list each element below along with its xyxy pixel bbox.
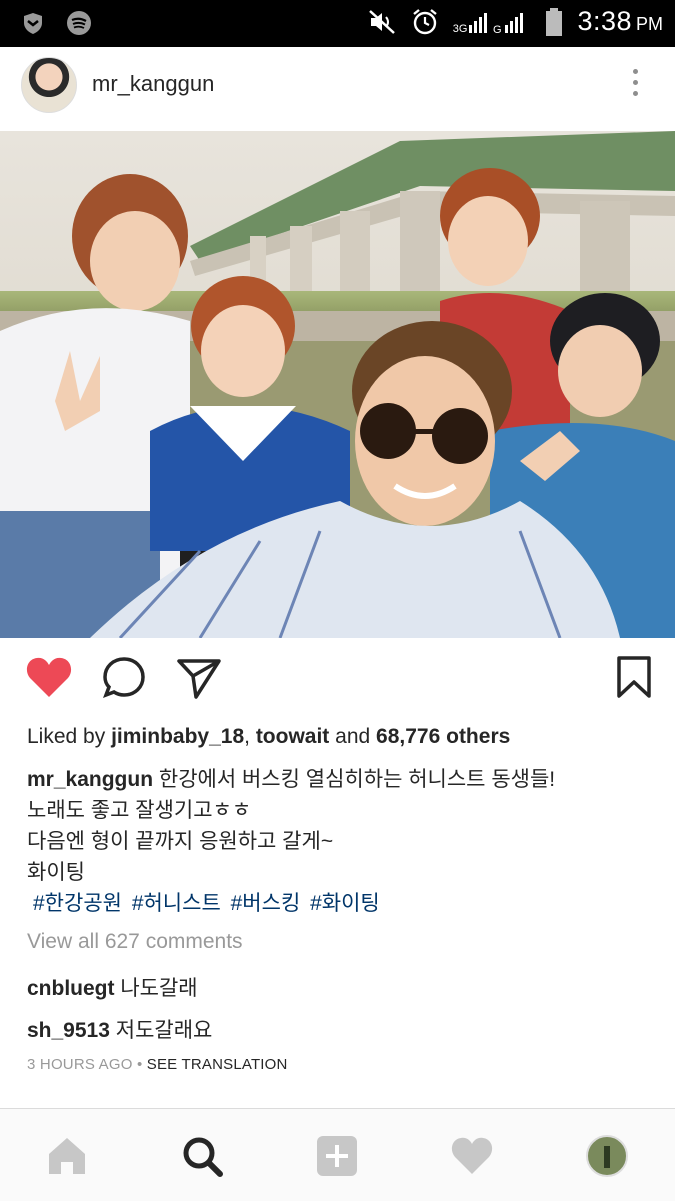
home-icon[interactable]	[45, 1134, 89, 1178]
signal-icon: G	[469, 12, 524, 35]
caption-username[interactable]: mr_kanggun	[27, 768, 153, 791]
post-timestamp: 3 HOURS AGO	[27, 1056, 133, 1073]
profile-avatar[interactable]	[585, 1134, 629, 1178]
comment-row: cnbluegt 나도갈래	[27, 972, 198, 1002]
svg-text:G: G	[493, 24, 502, 35]
caption-line-1: 한강에서 버스킹 열심히하는 허니스트 동생들!	[158, 768, 556, 791]
meta-dot: •	[136, 1056, 143, 1073]
post-actions	[0, 655, 675, 711]
bottom-navigation	[0, 1108, 675, 1201]
post-username[interactable]: mr_kanggun	[92, 71, 214, 97]
post-meta: 3 HOURS AGO • SEE TRANSLATION	[27, 1056, 288, 1073]
photo-illustration	[0, 131, 675, 638]
search-icon[interactable]	[180, 1134, 224, 1178]
more-dot	[632, 69, 638, 74]
comment-row: sh_9513 저도갈래요	[27, 1014, 212, 1044]
liker-link-2[interactable]: toowait	[256, 725, 330, 748]
caption-line-2: 노래도 좋고 잘생기고ㅎㅎ	[27, 799, 252, 822]
hashtag-link[interactable]: #버스킹	[231, 892, 301, 915]
hashtag-link[interactable]: #화이팅	[310, 892, 380, 915]
comment-text: 나도갈래	[120, 977, 198, 1000]
caption-line-3: 다음엔 형이 끝까지 응원하고 갈게~	[27, 830, 334, 853]
share-icon[interactable]	[176, 655, 222, 701]
mute-icon	[368, 9, 395, 34]
like-heart-icon[interactable]	[25, 655, 73, 699]
see-translation-link[interactable]: SEE TRANSLATION	[147, 1056, 288, 1073]
likes-line: Liked by jiminbaby_18, toowait and 68,77…	[27, 725, 510, 749]
hashtag-list: #한강공원 #허니스트 #버스킹 #화이팅	[33, 888, 652, 919]
likes-others-link[interactable]: 68,776 others	[376, 725, 510, 748]
more-dot	[632, 80, 638, 85]
user-avatar[interactable]	[21, 57, 77, 113]
more-options-button[interactable]	[630, 69, 640, 99]
heart-icon[interactable]	[450, 1134, 494, 1178]
liker-link-1[interactable]: jiminbaby_18	[111, 725, 244, 748]
comment-text: 저도갈래요	[115, 1019, 213, 1042]
shield-icon	[24, 13, 42, 34]
bookmark-icon[interactable]	[616, 655, 652, 699]
likes-separator: ,	[244, 725, 250, 748]
status-bar: 3G G 3:38 PM	[0, 0, 675, 47]
more-dot	[632, 91, 638, 96]
post-header: mr_kanggun	[0, 47, 675, 132]
hashtag-link[interactable]: #허니스트	[132, 892, 221, 915]
alarm-icon	[413, 8, 437, 34]
battery-icon	[546, 7, 563, 36]
post-photo[interactable]	[0, 131, 675, 638]
likes-prefix: Liked by	[27, 725, 106, 748]
caption-line-4: 화이팅	[27, 861, 85, 884]
network-type: 3G	[452, 22, 468, 35]
likes-and: and	[335, 725, 371, 748]
spotify-icon	[67, 11, 91, 35]
comment-username[interactable]: cnbluegt	[27, 977, 115, 1000]
comment-username[interactable]: sh_9513	[27, 1019, 110, 1042]
view-all-comments-link[interactable]: View all 627 comments	[27, 930, 243, 954]
clock-ampm: PM	[636, 14, 663, 34]
comment-icon[interactable]	[101, 655, 147, 701]
clock-time: 3:38	[577, 6, 632, 36]
post-caption: mr_kanggun 한강에서 버스킹 열심히하는 허니스트 동생들! 노래도 …	[27, 764, 652, 919]
hashtag-link[interactable]: #한강공원	[33, 892, 122, 915]
add-icon[interactable]	[315, 1134, 359, 1178]
